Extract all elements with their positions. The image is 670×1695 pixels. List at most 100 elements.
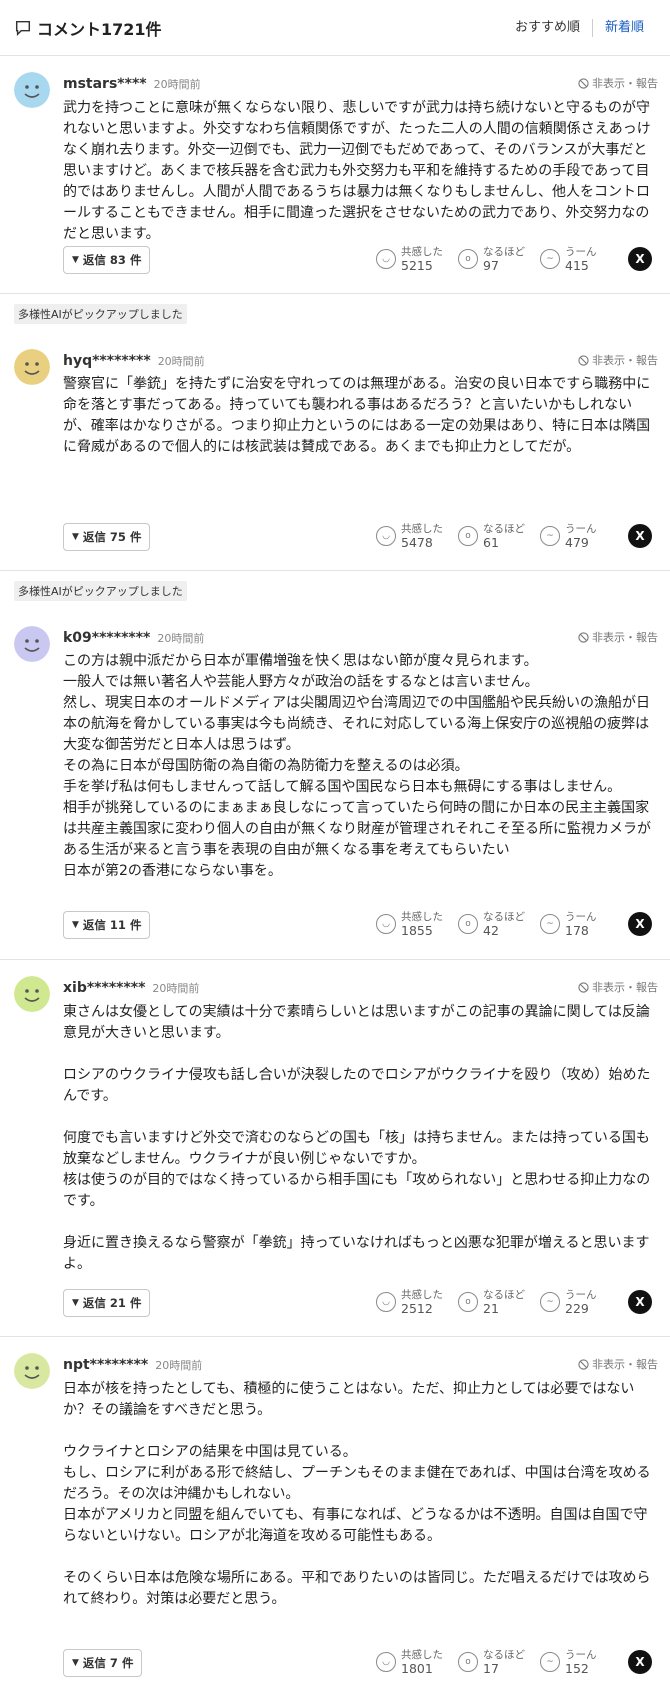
comment-item: npt******** 20時間前 非表示・報告 日本が核を持ったとしても、積極的に使… — [0, 1337, 670, 1695]
agree-button[interactable]: ◡ 共感した 5478 — [376, 523, 458, 549]
avatar[interactable] — [14, 1353, 50, 1389]
comment-count-label: コメント1721件 — [37, 19, 162, 39]
agree-count: 5478 — [401, 535, 433, 550]
sort-recommended-button[interactable]: おすすめ順 — [503, 16, 592, 40]
agree-button[interactable]: ◡ 共感した 1801 — [376, 1649, 458, 1675]
agree-button[interactable]: ◡ 共感した 5215 — [376, 246, 458, 272]
comment-body: 警察官に「拳銃」を持たずに治安を守れってのは無理がある。治安の良い日本ですら職務… — [63, 376, 651, 455]
block-icon — [578, 981, 589, 993]
insight-button[interactable]: o なるほど 21 — [458, 1289, 540, 1315]
hide-report-link[interactable]: 非表示・報告 — [578, 979, 658, 995]
block-icon — [578, 77, 589, 89]
insight-count: 17 — [483, 1661, 499, 1676]
hmm-count: 152 — [565, 1661, 589, 1676]
x-share-icon[interactable]: X — [628, 247, 652, 271]
avatar[interactable] — [14, 349, 50, 385]
puzzled-icon: ~ — [540, 1652, 560, 1672]
comment-item: xib******** 20時間前 非表示・報告 東さんは女優としての実績は十分で素晴… — [0, 960, 670, 1337]
comment-list: mstars**** 20時間前 非表示・報告 武力を持つことに意味が無くならない限り… — [0, 56, 670, 1695]
x-share-icon[interactable]: X — [628, 1650, 652, 1674]
reply-toggle-button[interactable]: ▼ 返信 21 件 — [63, 1289, 151, 1317]
smile-icon: ◡ — [376, 1292, 396, 1312]
agree-count: 1855 — [401, 923, 433, 938]
x-share-icon[interactable]: X — [628, 1290, 652, 1314]
username[interactable]: k09******** — [63, 630, 150, 646]
avatar[interactable] — [14, 626, 50, 662]
reply-label: 返信 — [82, 530, 106, 544]
sort-newest-button[interactable]: 新着順 — [593, 16, 656, 40]
reaction-bar: ◡ 共感した 5478 o なるほど 61 ~ うーん 479 X — [376, 523, 652, 549]
reply-count: 75 — [109, 530, 126, 544]
insight-button[interactable]: o なるほど 17 — [458, 1649, 540, 1675]
reply-count: 83 — [109, 253, 126, 267]
reply-toggle-button[interactable]: ▼ 返信 83 件 — [63, 246, 151, 274]
hide-report-link[interactable]: 非表示・報告 — [578, 352, 658, 368]
comment-meta: hyq******** 20時間前 — [63, 353, 205, 369]
hide-report-link[interactable]: 非表示・報告 — [578, 629, 658, 645]
hide-report-label: 非表示・報告 — [592, 1358, 658, 1371]
reaction-bar: ◡ 共感した 2512 o なるほど 21 ~ うーん 229 X — [376, 1289, 652, 1315]
insight-count: 42 — [483, 923, 499, 938]
ai-pickup-badge: 多様性AIがピックアップしました — [14, 304, 187, 324]
timestamp: 20時間前 — [152, 982, 200, 995]
caret-down-icon: ▼ — [72, 1658, 79, 1668]
comment-icon — [15, 20, 31, 36]
timestamp: 20時間前 — [155, 1359, 203, 1372]
reply-count: 7 — [109, 1656, 118, 1670]
insight-count: 61 — [483, 535, 499, 550]
reply-toggle-button[interactable]: ▼ 返信 11 件 — [63, 911, 151, 939]
puzzled-icon: ~ — [540, 249, 560, 269]
insight-count: 21 — [483, 1301, 499, 1316]
avatar[interactable] — [14, 72, 50, 108]
comment-meta: k09******** 20時間前 — [63, 630, 204, 646]
insight-button[interactable]: o なるほど 42 — [458, 911, 540, 937]
x-share-icon[interactable]: X — [628, 524, 652, 548]
comment-meta: mstars**** 20時間前 — [63, 76, 201, 92]
comment-item: 多様性AIがピックアップしました k09******** 20時間前 非表示・報告 この… — [0, 571, 670, 960]
puzzled-icon: ~ — [540, 526, 560, 546]
reaction-bar: ◡ 共感した 5215 o なるほど 97 ~ うーん 415 X — [376, 246, 652, 272]
avatar[interactable] — [14, 976, 50, 1012]
caret-down-icon: ▼ — [72, 532, 79, 542]
timestamp: 20時間前 — [153, 78, 201, 91]
hmm-button[interactable]: ~ うーん 229 — [540, 1289, 622, 1315]
surprised-icon: o — [458, 249, 478, 269]
hide-report-link[interactable]: 非表示・報告 — [578, 75, 658, 91]
hmm-button[interactable]: ~ うーん 479 — [540, 523, 622, 549]
hmm-count: 229 — [565, 1301, 589, 1316]
insight-button[interactable]: o なるほど 61 — [458, 523, 540, 549]
reply-suffix: 件 — [129, 253, 142, 267]
surprised-icon: o — [458, 526, 478, 546]
reply-toggle-button[interactable]: ▼ 返信 75 件 — [63, 523, 151, 551]
reply-label: 返信 — [82, 918, 106, 932]
reply-label: 返信 — [82, 1296, 106, 1310]
hide-report-label: 非表示・報告 — [592, 981, 658, 994]
x-share-icon[interactable]: X — [628, 912, 652, 936]
hmm-button[interactable]: ~ うーん 415 — [540, 246, 622, 272]
block-icon — [578, 1358, 589, 1370]
username[interactable]: xib******** — [63, 980, 145, 996]
agree-count: 2512 — [401, 1301, 433, 1316]
insight-button[interactable]: o なるほど 97 — [458, 246, 540, 272]
reply-toggle-button[interactable]: ▼ 返信 7 件 — [63, 1649, 143, 1677]
username[interactable]: mstars**** — [63, 76, 147, 92]
hide-report-link[interactable]: 非表示・報告 — [578, 1356, 658, 1372]
comment-meta: xib******** 20時間前 — [63, 980, 199, 996]
comment-item: mstars**** 20時間前 非表示・報告武力を持つことに意味が無くならない限り… — [0, 56, 670, 294]
username[interactable]: hyq******** — [63, 353, 151, 369]
reply-count: 11 — [109, 918, 126, 932]
smile-icon: ◡ — [376, 249, 396, 269]
smile-icon: ◡ — [376, 1652, 396, 1672]
agree-button[interactable]: ◡ 共感した 1855 — [376, 911, 458, 937]
puzzled-icon: ~ — [540, 1292, 560, 1312]
comments-title: コメント1721件 — [14, 16, 162, 40]
comment-item: 多様性AIがピックアップしました hyq******** 20時間前 非表示・報告警察… — [0, 294, 670, 571]
hide-report-label: 非表示・報告 — [592, 77, 658, 90]
comment-body: 武力を持つことに意味が無くならない限り、悲しいですが武力は持ち続けないと守るもの… — [63, 100, 651, 242]
hmm-button[interactable]: ~ うーん 178 — [540, 911, 622, 937]
agree-button[interactable]: ◡ 共感した 2512 — [376, 1289, 458, 1315]
username[interactable]: npt******** — [63, 1357, 148, 1373]
caret-down-icon: ▼ — [72, 255, 79, 265]
hmm-button[interactable]: ~ うーん 152 — [540, 1649, 622, 1675]
reply-suffix: 件 — [129, 530, 142, 544]
